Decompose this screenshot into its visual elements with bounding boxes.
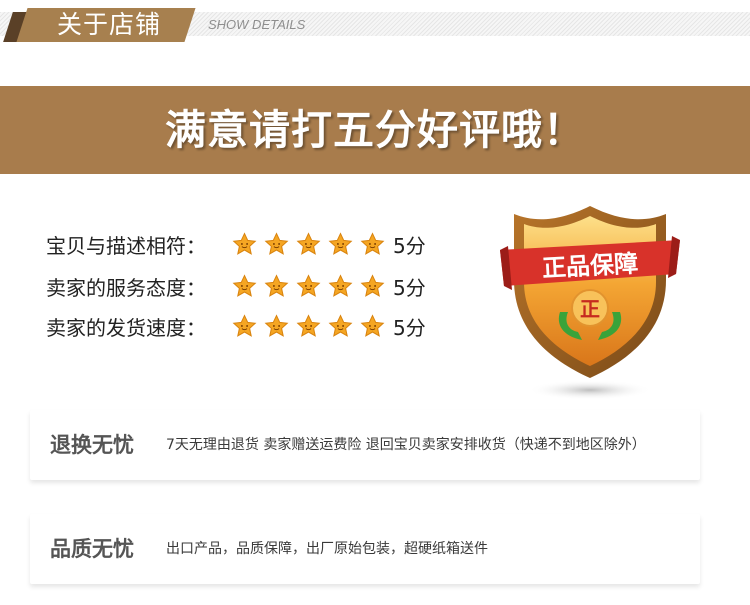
guarantee-text: 出口产品，品质保障，出厂原始包装，超硬纸箱送件 [166, 541, 488, 557]
banner-text: 满意请打五分好评哦！ [165, 106, 585, 154]
section-title: 关于店铺 [56, 10, 161, 39]
rating-label: 宝贝与描述相符： [46, 233, 206, 258]
star-rating [232, 273, 385, 299]
guarantee-title: 品质无忧 [50, 537, 134, 561]
guarantee-card-quality: 品质无忧 出口产品，品质保障，出厂原始包装，超硬纸箱送件 [30, 514, 700, 584]
rating-score: 5分 [393, 315, 426, 340]
star-icon [328, 231, 353, 255]
star-icon [360, 231, 385, 255]
badge-ribbon-text: 正品保障 [541, 250, 638, 283]
star-icon [296, 231, 321, 255]
authentic-guarantee-badge: 正品保障 正 [498, 200, 682, 410]
shield-icon: 正品保障 正 [500, 206, 680, 400]
star-icon [296, 273, 321, 297]
star-rating [232, 231, 385, 257]
badge-emblem-char: 正 [580, 297, 600, 321]
star-icon [328, 313, 353, 337]
star-icon [296, 313, 321, 337]
star-icon [232, 313, 257, 337]
rating-label: 卖家的服务态度： [46, 275, 206, 300]
star-icon [264, 313, 289, 337]
star-icon [232, 231, 257, 255]
guarantee-card-return: 退换无忧 7天无理由退货 卖家赠送运费险 退回宝贝卖家安排收货（快递不到地区除外… [30, 410, 700, 480]
guarantee-title: 退换无忧 [50, 433, 134, 457]
guarantee-text: 7天无理由退货 卖家赠送运费险 退回宝贝卖家安排收货（快递不到地区除外） [166, 437, 646, 453]
section-subtitle: SHOW DETAILS [208, 17, 306, 32]
rating-score: 5分 [393, 233, 426, 258]
star-icon [328, 273, 353, 297]
star-icon [264, 231, 289, 255]
review-banner: 满意请打五分好评哦！ [0, 86, 750, 174]
rating-row-description: 宝贝与描述相符： 5分 [46, 228, 426, 260]
star-icon [264, 273, 289, 297]
rating-row-shipping: 卖家的发货速度： 5分 [46, 310, 426, 342]
star-rating [232, 313, 385, 339]
star-icon [360, 273, 385, 297]
rating-label: 卖家的发货速度： [46, 315, 206, 340]
star-icon [360, 313, 385, 337]
rating-row-service: 卖家的服务态度： 5分 [46, 270, 426, 302]
rating-score: 5分 [393, 275, 426, 300]
star-icon [232, 273, 257, 297]
